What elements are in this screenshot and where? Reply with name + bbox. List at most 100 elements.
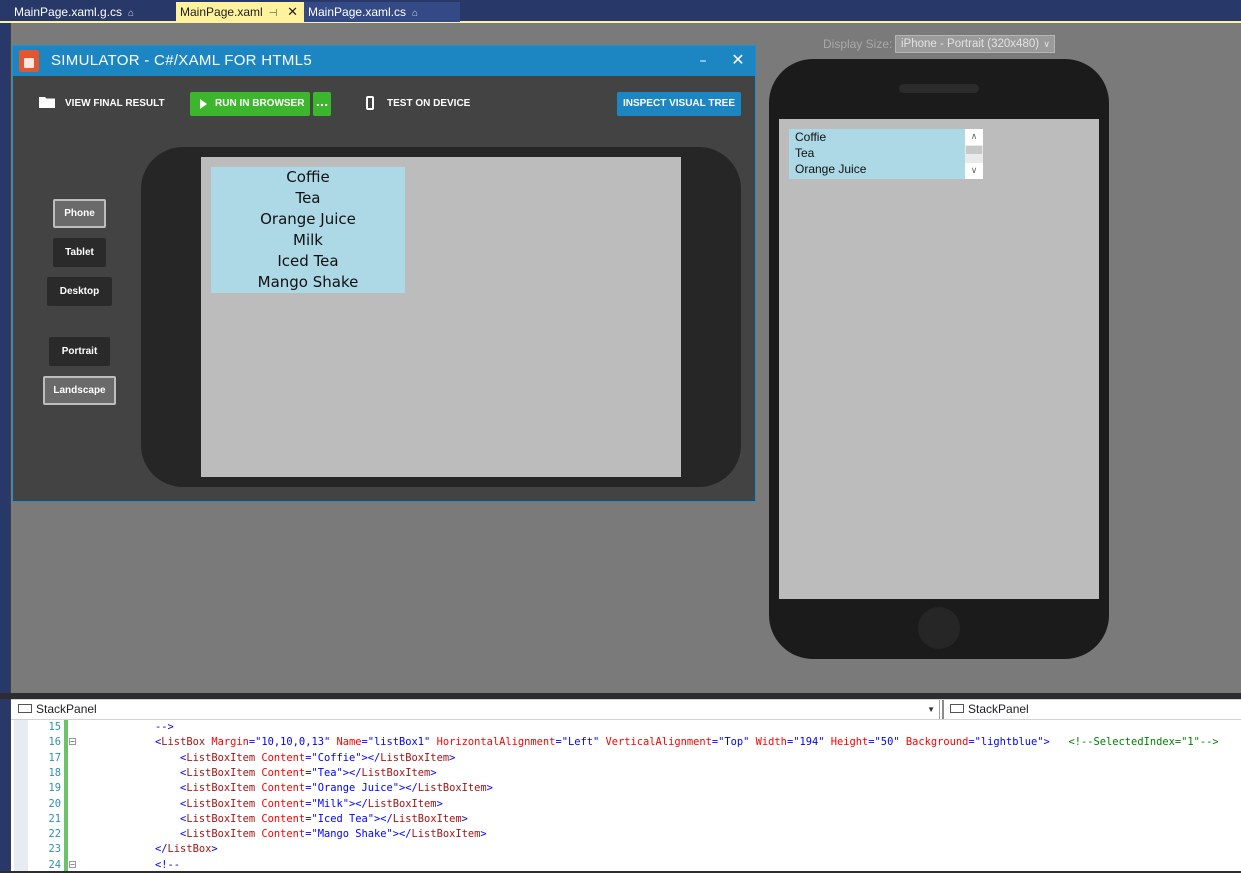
code-token: VerticalAlignment [599,736,712,749]
line-number: 19 [48,782,61,795]
code-token: Content [255,751,306,764]
run-in-browser-label: RUN IN BROWSER [215,98,305,109]
element-nav-left-dropdown[interactable]: StackPanel ▼ [12,700,940,719]
line-number: 16 [48,736,61,749]
code-token: ="Coffie"></ [305,751,381,764]
inspect-visual-tree-button[interactable]: INSPECT VISUAL TREE [617,92,741,116]
list-item[interactable]: Iced Tea [211,251,405,272]
line-number: 18 [48,766,61,779]
xaml-element-icon [950,704,964,714]
code-token: Content [255,812,306,825]
orientation-portrait-button[interactable]: Portrait [49,337,110,366]
code-line[interactable]: 18 <ListBoxItem Content="Tea"></ListBoxI… [11,766,1241,781]
code-token: Content [255,766,306,779]
list-item[interactable]: Mango Shake [211,272,405,293]
scroll-up-icon[interactable]: ∧ [965,129,983,145]
pin-icon[interactable]: ⊣ [269,8,278,19]
code-token: ListBoxItem [411,828,481,841]
test-on-device-button[interactable]: TEST ON DEVICE [387,98,470,109]
run-in-browser-button[interactable]: RUN IN BROWSER [190,92,310,116]
line-number: 20 [48,797,61,810]
dropdown-arrow-icon: ▼ [927,705,935,714]
code-text: </ListBox> [130,842,218,857]
minimize-icon[interactable]: – [697,53,709,69]
chevron-down-icon: ∨ [1043,39,1050,49]
list-item[interactable]: Milk [211,230,405,251]
list-item[interactable]: Orange Juice [795,161,866,177]
tab-label: MainPage.xaml.cs [308,5,407,19]
code-token: ="Top" [711,736,750,749]
lock-icon: ⌂ [128,8,135,19]
scroll-down-icon[interactable]: ∨ [965,163,983,179]
code-token: ="listBox1" [361,736,431,749]
iphone-speaker [899,84,979,93]
code-token: ListBoxItem [186,751,256,764]
list-item[interactable]: Coffie [211,167,405,188]
line-number: 23 [48,843,61,856]
tab-mainpage-xaml[interactable]: MainPage.xaml ⊣ ✕ [176,2,304,22]
inspect-visual-tree-label: INSPECT VISUAL TREE [622,98,736,109]
code-token: ListBoxItem [417,782,487,795]
list-item[interactable]: Orange Juice [211,209,405,230]
code-token: ListBoxItem [186,812,256,825]
code-line[interactable]: 16− <ListBox Margin="10,10,0,13" Name="l… [11,735,1241,750]
nav-right-label: StackPanel [968,702,1029,716]
device-tablet-button[interactable]: Tablet [53,238,106,267]
list-item[interactable]: Tea [795,145,814,161]
iphone-preview-screen [779,119,1099,599]
iphone-home-button [918,607,960,649]
code-token: ListBoxItem [186,797,256,810]
code-token: HorizontalAlignment [430,736,556,749]
code-token: Height [824,736,869,749]
close-icon[interactable]: ✕ [731,51,745,69]
code-line[interactable]: 15 --> [11,720,1241,735]
collapse-icon[interactable]: − [69,860,76,868]
code-text: <ListBoxItem Content="Iced Tea"></ListBo… [130,812,468,827]
preview-listbox-scrollbar[interactable]: ∧ ∨ [965,129,983,179]
simulator-title-bar[interactable]: SIMULATOR - C#/XAML FOR HTML5 – ✕ [13,46,755,76]
list-item[interactable]: Tea [211,188,405,209]
list-item[interactable]: Coffie [795,129,826,145]
phone-icon[interactable] [366,96,374,110]
code-text: <ListBoxItem Content="Milk"></ListBoxIte… [130,797,443,812]
collapse-icon[interactable]: − [69,738,76,746]
line-number: 21 [48,812,61,825]
display-size-value: iPhone - Portrait (320x480) [901,38,1040,50]
run-options-button[interactable]: ... [313,92,331,116]
code-token: Width [749,736,787,749]
orientation-landscape-button[interactable]: Landscape [43,376,116,405]
element-nav-right-dropdown[interactable]: StackPanel [942,700,1241,719]
code-token: ListBoxItem [380,751,450,764]
line-number: 22 [48,828,61,841]
tab-mainpage-xaml-cs[interactable]: MainPage.xaml.cs ⌂ [304,2,460,22]
display-size-label: Display Size: [823,37,893,51]
folder-icon[interactable] [39,96,55,108]
code-token: ="194" [786,736,825,749]
code-line[interactable]: 21 <ListBoxItem Content="Iced Tea"></Lis… [11,812,1241,827]
view-final-result-button[interactable]: VIEW FINAL RESULT [65,98,165,109]
code-token: ="10,10,0,13" [248,736,331,749]
code-token: > [449,751,456,764]
code-text: <ListBox Margin="10,10,0,13" Name="listB… [130,735,1219,750]
close-icon[interactable]: ✕ [287,2,298,22]
code-token: Content [255,782,306,795]
code-token: ="Orange Juice"></ [305,782,418,795]
code-line[interactable]: 22 <ListBoxItem Content="Mango Shake"></… [11,827,1241,842]
code-line[interactable]: 23 </ListBox> [11,842,1241,857]
code-line[interactable]: 17 <ListBoxItem Content="Coffie"></ListB… [11,751,1241,766]
code-line[interactable]: 20 <ListBoxItem Content="Milk"></ListBox… [11,797,1241,812]
code-token: ListBox [167,843,212,856]
tab-mainpage-g-cs[interactable]: MainPage.xaml.g.cs ⌂ [10,2,175,22]
code-line[interactable]: 19 <ListBoxItem Content="Orange Juice"><… [11,781,1241,796]
code-token: ListBoxItem [361,766,431,779]
display-size-select[interactable]: iPhone - Portrait (320x480) ∨ [895,35,1055,53]
code-token: > [436,797,443,810]
code-token: ListBoxItem [186,782,256,795]
simulator-listbox[interactable]: Coffie Tea Orange Juice Milk Iced Tea Ma… [211,167,405,293]
preview-listbox[interactable]: Coffie Tea Orange Juice [789,129,983,179]
code-token: > [461,812,468,825]
scrollbar-thumb[interactable] [966,146,982,154]
device-phone-button[interactable]: Phone [53,199,106,228]
device-desktop-button[interactable]: Desktop [47,277,112,306]
code-token: ListBoxItem [186,766,256,779]
